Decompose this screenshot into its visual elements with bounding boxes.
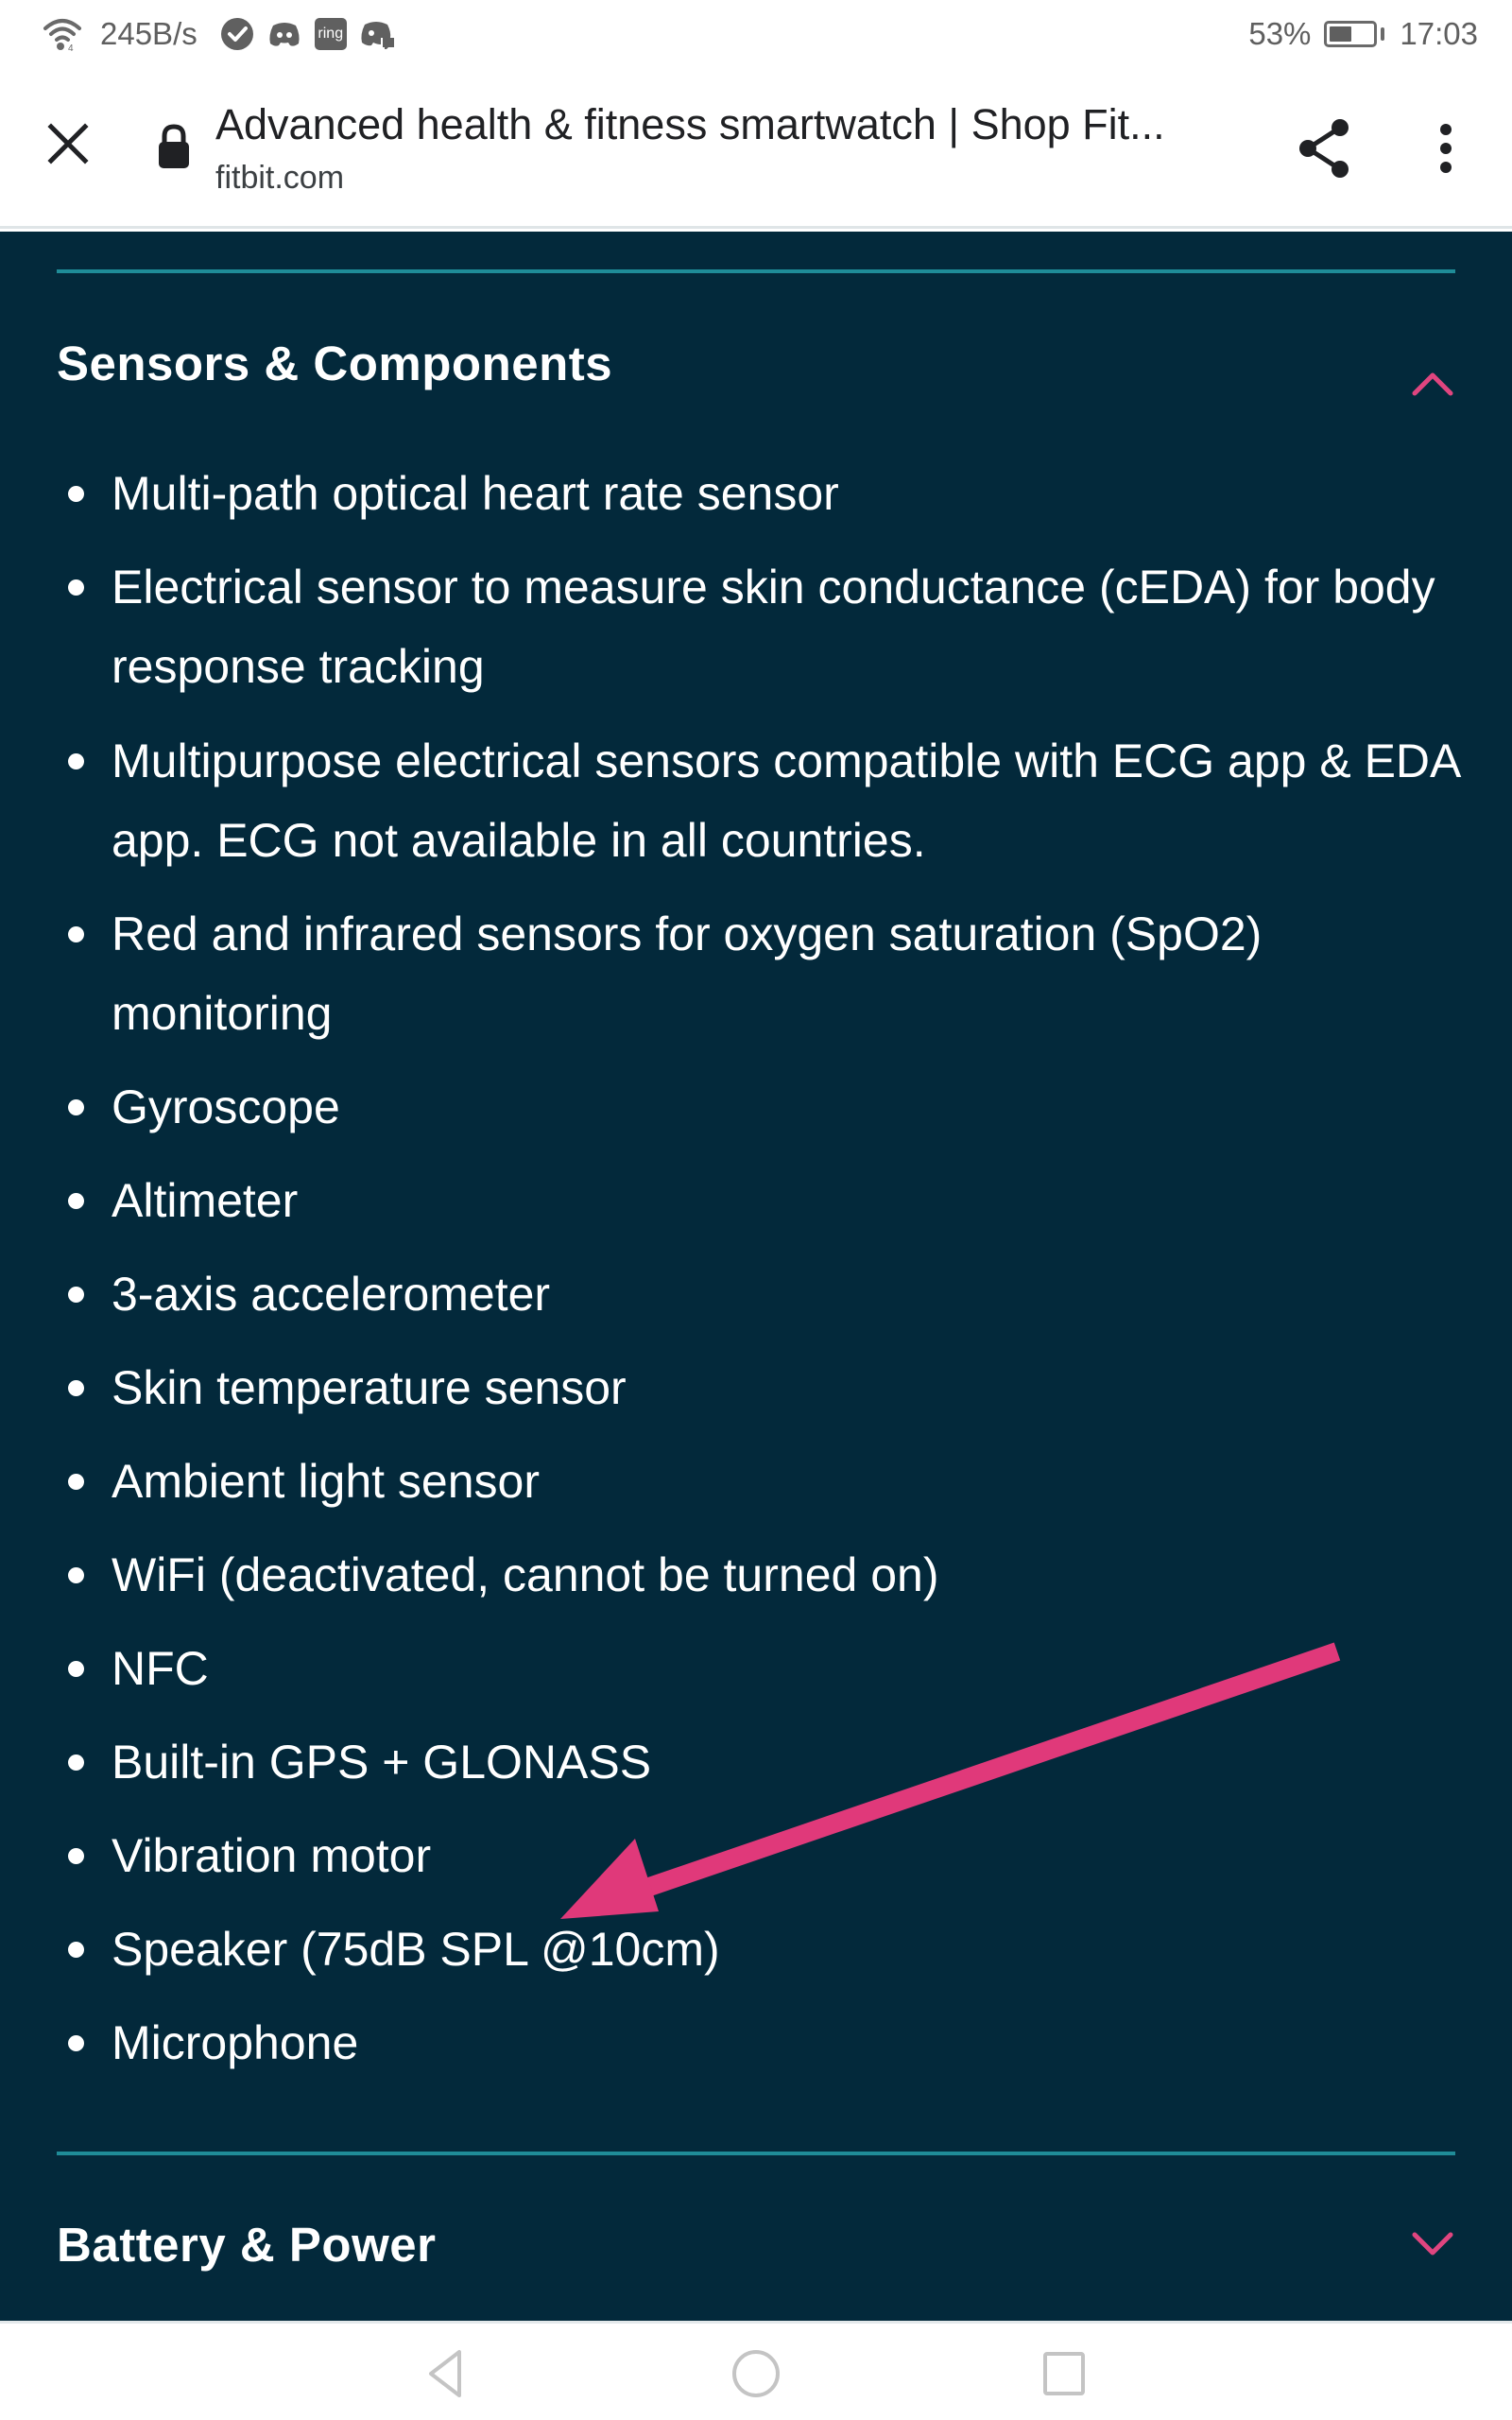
spec-list-item: Vibration motor bbox=[68, 1816, 1472, 1895]
browser-toolbar: Advanced health & fitness smartwatch | S… bbox=[0, 68, 1512, 229]
spec-text: Skin temperature sensor bbox=[112, 1361, 627, 1414]
recents-icon bbox=[1043, 2352, 1085, 2395]
spec-list-item: Speaker (75dB SPL @10cm) bbox=[68, 1910, 1472, 1989]
spec-text: NFC bbox=[112, 1642, 209, 1695]
bullet-icon bbox=[68, 1193, 84, 1209]
bullet-icon bbox=[68, 1848, 84, 1864]
spec-text: WiFi (deactivated, cannot be turned on) bbox=[112, 1548, 939, 1601]
bullet-icon bbox=[68, 753, 84, 769]
status-bar: 4 245B/s ring 53% 17:03 bbox=[0, 0, 1512, 68]
back-icon bbox=[429, 2350, 461, 2397]
spec-text: 3-axis accelerometer bbox=[112, 1268, 551, 1321]
spec-list-item: Gyroscope bbox=[68, 1067, 1472, 1147]
section-divider bbox=[57, 269, 1455, 273]
page-url: fitbit.com bbox=[215, 160, 345, 196]
bullet-icon bbox=[68, 1942, 84, 1958]
share-icon bbox=[1299, 119, 1349, 178]
recents-button[interactable] bbox=[1031, 2341, 1097, 2407]
spec-text: Electrical sensor to measure skin conduc… bbox=[112, 561, 1435, 693]
svg-text:4: 4 bbox=[68, 43, 74, 53]
section-divider bbox=[57, 2152, 1455, 2155]
bullet-icon bbox=[68, 1099, 84, 1115]
battery-level-fill bbox=[1330, 26, 1352, 42]
spec-list-item: NFC bbox=[68, 1629, 1472, 1708]
spec-list-item: Altimeter bbox=[68, 1161, 1472, 1240]
spec-list-item: 3-axis accelerometer bbox=[68, 1254, 1472, 1334]
bullet-icon bbox=[68, 2035, 84, 2051]
share-button[interactable] bbox=[1295, 115, 1355, 182]
spec-text: Ambient light sensor bbox=[112, 1455, 541, 1508]
chevron-up-icon[interactable] bbox=[1410, 365, 1455, 403]
bullet-icon bbox=[68, 1380, 84, 1396]
spec-text: Multipurpose electrical sensors compatib… bbox=[112, 735, 1459, 867]
spec-list-item: Microphone bbox=[68, 2003, 1472, 2083]
battery-tip bbox=[1381, 27, 1385, 41]
system-nav-bar bbox=[0, 2321, 1512, 2420]
section-header-sensors[interactable]: Sensors & Components bbox=[57, 316, 1455, 410]
spec-text: Gyroscope bbox=[112, 1080, 340, 1133]
clock: 17:03 bbox=[1400, 16, 1478, 51]
home-icon bbox=[732, 2350, 780, 2397]
address-area[interactable]: Advanced health & fitness smartwatch | S… bbox=[215, 96, 1236, 200]
check-circle-icon bbox=[220, 17, 254, 51]
bullet-icon bbox=[68, 1567, 84, 1583]
back-button[interactable] bbox=[413, 2341, 479, 2407]
spec-text: Built-in GPS + GLONASS bbox=[112, 1736, 652, 1789]
close-button[interactable] bbox=[40, 115, 96, 172]
home-button[interactable] bbox=[723, 2341, 789, 2407]
spec-text: Red and infrared sensors for oxygen satu… bbox=[112, 908, 1263, 1040]
spec-list-item: Red and infrared sensors for oxygen satu… bbox=[68, 894, 1472, 1053]
spec-list-item: Built-in GPS + GLONASS bbox=[68, 1722, 1472, 1802]
page-title: Advanced health & fitness smartwatch | S… bbox=[215, 100, 1165, 148]
section-title: Battery & Power bbox=[57, 2217, 437, 2272]
spec-text: Speaker (75dB SPL @10cm) bbox=[112, 1923, 720, 1976]
ring-icon: ring bbox=[314, 18, 347, 50]
more-vert-icon bbox=[1440, 124, 1452, 173]
spec-text: Multi-path optical heart rate sensor bbox=[112, 467, 839, 520]
lock-icon bbox=[155, 123, 193, 170]
spec-text: Microphone bbox=[112, 2016, 359, 2069]
spec-list-item: Electrical sensor to measure skin conduc… bbox=[68, 547, 1472, 706]
close-icon bbox=[47, 123, 89, 164]
discord-notification-icon bbox=[360, 19, 394, 49]
chevron-down-icon[interactable] bbox=[1410, 2225, 1455, 2263]
bullet-icon bbox=[68, 579, 84, 596]
battery-icon bbox=[1324, 21, 1378, 47]
section-header-battery[interactable]: Battery & Power bbox=[57, 2197, 1455, 2291]
battery-percent: 53% bbox=[1248, 16, 1312, 51]
spec-list-item: WiFi (deactivated, cannot be turned on) bbox=[68, 1535, 1472, 1615]
spec-text: Vibration motor bbox=[112, 1829, 432, 1882]
spec-list-item: Multipurpose electrical sensors compatib… bbox=[68, 721, 1472, 880]
bullet-icon bbox=[68, 486, 84, 502]
bullet-icon bbox=[68, 1474, 84, 1490]
bullet-icon bbox=[68, 926, 84, 942]
spec-list-item: Skin temperature sensor bbox=[68, 1348, 1472, 1427]
spec-text: Altimeter bbox=[112, 1174, 299, 1227]
wifi-icon: 4 bbox=[42, 15, 83, 53]
spec-list-item: Ambient light sensor bbox=[68, 1442, 1472, 1521]
section-title: Sensors & Components bbox=[57, 336, 613, 390]
bullet-icon bbox=[68, 1754, 84, 1771]
more-options-button[interactable] bbox=[1418, 115, 1474, 182]
product-specs: Sensors & Components Multi-path optical … bbox=[0, 232, 1512, 2321]
bullet-icon bbox=[68, 1661, 84, 1677]
spec-list-item: Multi-path optical heart rate sensor bbox=[68, 454, 1472, 533]
discord-icon bbox=[267, 20, 301, 48]
network-speed: 245B/s bbox=[100, 16, 198, 51]
bullet-icon bbox=[68, 1287, 84, 1303]
